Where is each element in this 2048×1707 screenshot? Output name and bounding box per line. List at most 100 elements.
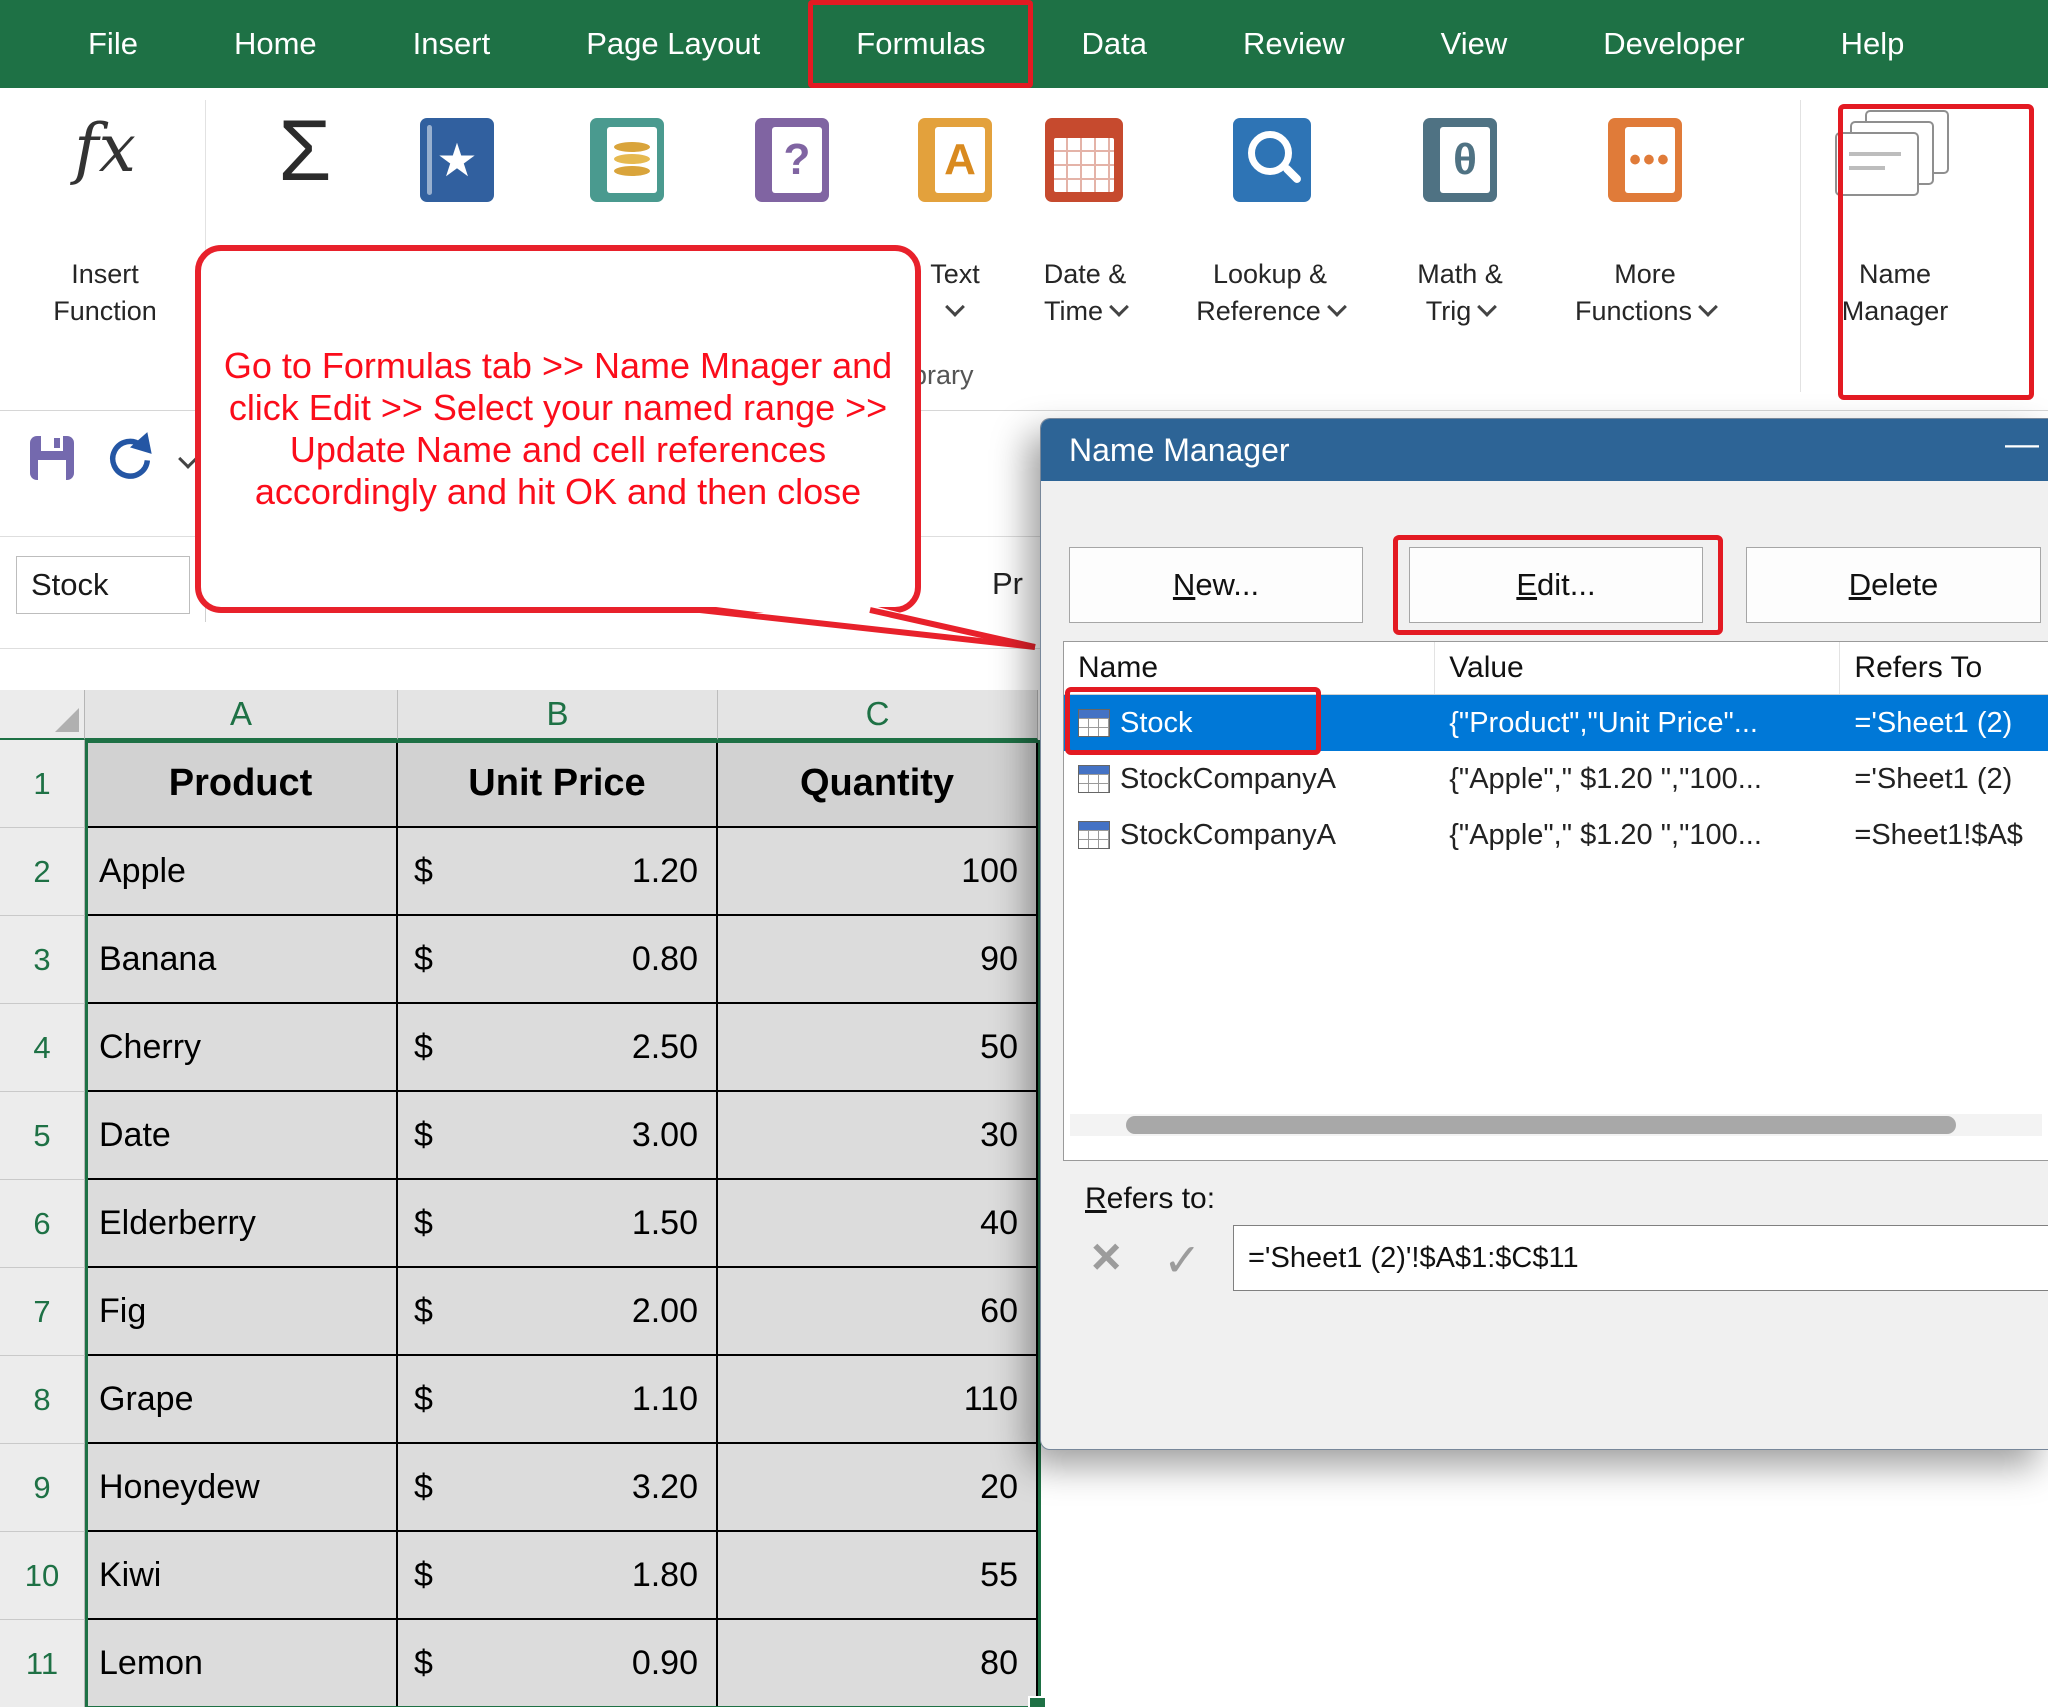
cell-c7[interactable]: 60 xyxy=(718,1268,1038,1356)
cell-a3[interactable]: Banana xyxy=(85,916,398,1004)
cell-a6[interactable]: Elderberry xyxy=(85,1180,398,1268)
cell-c5[interactable]: 30 xyxy=(718,1092,1038,1180)
tab-insert[interactable]: Insert xyxy=(365,0,539,88)
cell-c8[interactable]: 110 xyxy=(718,1356,1038,1444)
cell-c11[interactable]: 80 xyxy=(718,1620,1038,1707)
save-icon[interactable] xyxy=(28,434,76,482)
date-time-icon[interactable] xyxy=(1045,118,1123,202)
logical-icon[interactable]: ? xyxy=(755,118,829,202)
delete-button[interactable]: Delete xyxy=(1746,547,2041,623)
row-header-10[interactable]: 10 xyxy=(0,1532,85,1620)
cell-a8[interactable]: Grape xyxy=(85,1356,398,1444)
more-functions-button[interactable]: More Functions xyxy=(1560,256,1730,330)
column-header-name[interactable]: Name xyxy=(1064,642,1435,694)
select-all-triangle-icon xyxy=(55,708,79,732)
chevron-down-icon xyxy=(1109,297,1129,317)
minimize-icon[interactable]: — xyxy=(2005,425,2039,464)
name-row-stock[interactable]: Stock {"Product","Unit Price"... ='Sheet… xyxy=(1064,695,2048,751)
scrollbar-thumb[interactable] xyxy=(1126,1116,1956,1134)
cell-a11[interactable]: Lemon xyxy=(85,1620,398,1707)
math-trig-button[interactable]: Math & Trig xyxy=(1375,256,1545,330)
cell-c2[interactable]: 100 xyxy=(718,828,1038,916)
cell-b2[interactable]: $1.20 xyxy=(398,828,718,916)
row-header-4[interactable]: 4 xyxy=(0,1004,85,1092)
tab-formulas[interactable]: Formulas xyxy=(808,0,1033,88)
tab-home[interactable]: Home xyxy=(186,0,365,88)
math-trig-icon[interactable]: θ xyxy=(1423,118,1497,202)
tab-data[interactable]: Data xyxy=(1033,0,1194,88)
column-header-refers-to[interactable]: Refers To xyxy=(1840,642,2048,694)
horizontal-scrollbar[interactable] xyxy=(1070,1114,2042,1136)
tab-review[interactable]: Review xyxy=(1195,0,1393,88)
undo-icon[interactable] xyxy=(104,430,156,482)
cell-b7[interactable]: $2.00 xyxy=(398,1268,718,1356)
cell-a1[interactable]: Product xyxy=(85,740,398,828)
cell-b3[interactable]: $0.80 xyxy=(398,916,718,1004)
lookup-reference-icon[interactable] xyxy=(1233,118,1311,202)
cell-b5[interactable]: $3.00 xyxy=(398,1092,718,1180)
row-header-1[interactable]: 1 xyxy=(0,740,85,828)
confirm-icon[interactable]: ✓ xyxy=(1163,1233,1202,1287)
new-button[interactable]: New... xyxy=(1069,547,1363,623)
tab-developer[interactable]: Developer xyxy=(1555,0,1792,88)
cell-a4[interactable]: Cherry xyxy=(85,1004,398,1092)
row-header-7[interactable]: 7 xyxy=(0,1268,85,1356)
cell-b11[interactable]: $0.90 xyxy=(398,1620,718,1707)
cell-c3[interactable]: 90 xyxy=(718,916,1038,1004)
math-label-2: Trig xyxy=(1426,296,1472,326)
row-header-9[interactable]: 9 xyxy=(0,1444,85,1532)
insert-function-icon[interactable]: fx xyxy=(20,110,190,187)
cell-a5[interactable]: Date xyxy=(85,1092,398,1180)
edit-button[interactable]: Edit... xyxy=(1409,547,1703,623)
cell-c1[interactable]: Quantity xyxy=(718,740,1038,828)
cell-b8[interactable]: $1.10 xyxy=(398,1356,718,1444)
tab-file[interactable]: File xyxy=(40,0,186,88)
autosum-icon[interactable]: Σ xyxy=(250,102,360,201)
refers-to-input[interactable]: ='Sheet1 (2)'!$A$1:$C$11 xyxy=(1233,1225,2048,1291)
cell-c6[interactable]: 40 xyxy=(718,1180,1038,1268)
tab-page-layout[interactable]: Page Layout xyxy=(538,0,808,88)
cell-c4[interactable]: 50 xyxy=(718,1004,1038,1092)
select-all-corner[interactable] xyxy=(0,690,85,740)
cell-c10[interactable]: 55 xyxy=(718,1532,1038,1620)
magnifier-handle xyxy=(1281,163,1302,184)
row-header-11[interactable]: 11 xyxy=(0,1620,85,1707)
name-manager-button[interactable]: Name Manager xyxy=(1810,256,1980,330)
date-time-label-1: Date & xyxy=(1044,259,1127,289)
recently-used-icon[interactable]: ★ xyxy=(420,118,494,202)
financial-icon[interactable] xyxy=(590,118,664,202)
name-row-stockcompanya-2[interactable]: StockCompanyA {"Apple"," $1.20 ","100...… xyxy=(1064,807,2048,863)
cell-b9[interactable]: $3.20 xyxy=(398,1444,718,1532)
cell-a10[interactable]: Kiwi xyxy=(85,1532,398,1620)
name-box[interactable]: Stock xyxy=(16,556,190,614)
column-header-b[interactable]: B xyxy=(398,690,718,740)
cell-a7[interactable]: Fig xyxy=(85,1268,398,1356)
cell-a9[interactable]: Honeydew xyxy=(85,1444,398,1532)
more-functions-icon[interactable]: ••• xyxy=(1608,118,1682,202)
cell-a2[interactable]: Apple xyxy=(85,828,398,916)
row-header-8[interactable]: 8 xyxy=(0,1356,85,1444)
row-header-2[interactable]: 2 xyxy=(0,828,85,916)
text-functions-icon[interactable]: A xyxy=(918,118,992,202)
cell-c9[interactable]: 20 xyxy=(718,1444,1038,1532)
cancel-icon[interactable]: × xyxy=(1091,1227,1121,1287)
column-header-value[interactable]: Value xyxy=(1435,642,1840,694)
row-header-3[interactable]: 3 xyxy=(0,916,85,1004)
cell-b4[interactable]: $2.50 xyxy=(398,1004,718,1092)
name-manager-icon[interactable] xyxy=(1835,110,1959,214)
names-list: Name Value Refers To Stock {"Product","U… xyxy=(1063,641,2048,1161)
cell-b1[interactable]: Unit Price xyxy=(398,740,718,828)
column-header-a[interactable]: A xyxy=(85,690,398,740)
cell-b6[interactable]: $1.50 xyxy=(398,1180,718,1268)
tab-view[interactable]: View xyxy=(1393,0,1556,88)
row-header-5[interactable]: 5 xyxy=(0,1092,85,1180)
insert-function-button[interactable]: Insert Function xyxy=(20,256,190,330)
lookup-reference-button[interactable]: Lookup & Reference xyxy=(1185,256,1355,330)
tab-help[interactable]: Help xyxy=(1793,0,1953,88)
name-row-stockcompanya-1[interactable]: StockCompanyA {"Apple"," $1.20 ","100...… xyxy=(1064,751,2048,807)
column-header-c[interactable]: C xyxy=(718,690,1038,740)
cell-b10[interactable]: $1.80 xyxy=(398,1532,718,1620)
date-time-button[interactable]: Date & Time xyxy=(1000,256,1170,330)
row-header-6[interactable]: 6 xyxy=(0,1180,85,1268)
callout-tail xyxy=(640,605,1060,665)
